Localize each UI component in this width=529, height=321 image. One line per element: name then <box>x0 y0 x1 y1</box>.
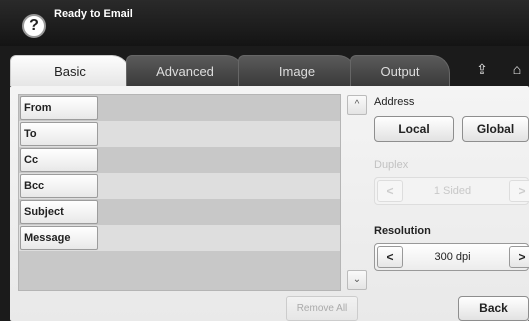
field-row-cc[interactable]: Cc <box>19 147 340 173</box>
help-icon[interactable]: ? <box>22 14 46 38</box>
field-row-message[interactable]: Message <box>19 225 340 251</box>
field-row-subject[interactable]: Subject <box>19 199 340 225</box>
duplex-next-button: > <box>509 180 529 202</box>
field-row-to[interactable]: To <box>19 121 340 147</box>
tab-advanced[interactable]: Advanced <box>126 55 244 86</box>
scroll-down-button[interactable]: ⌄ <box>347 270 367 290</box>
duplex-label: Duplex <box>374 159 409 171</box>
resolution-value: 300 dpi <box>434 251 471 263</box>
scroll-up-button[interactable]: ^ <box>347 95 367 115</box>
duplex-prev-button: < <box>377 180 403 202</box>
back-button[interactable]: Back <box>458 296 529 321</box>
home-icon[interactable]: ⌂ <box>503 56 529 82</box>
tab-bar: Basic Advanced Image Output ⇪ ⌂ <box>0 46 529 86</box>
tab-output[interactable]: Output <box>350 55 450 86</box>
resolution-next-button[interactable]: > <box>509 246 529 268</box>
field-row-bcc[interactable]: Bcc <box>19 173 340 199</box>
address-label: Address <box>374 96 415 108</box>
local-button[interactable]: Local <box>374 116 454 142</box>
to-button[interactable]: To <box>20 122 98 146</box>
field-row-from[interactable]: From <box>19 95 340 121</box>
bcc-button[interactable]: Bcc <box>20 174 98 198</box>
resolution-label: Resolution <box>374 225 431 237</box>
message-button[interactable]: Message <box>20 226 98 250</box>
duplex-selector: < 1 Sided > <box>374 177 529 205</box>
basic-panel: From To Cc Bcc Subject Message ^ ⌄ Remov… <box>10 86 529 321</box>
field-row-empty <box>19 251 340 290</box>
tab-basic[interactable]: Basic <box>10 55 130 86</box>
status-title: Ready to Email <box>54 8 133 20</box>
resolution-selector: < 300 dpi > <box>374 243 529 271</box>
job-status-icon[interactable]: ⇪ <box>468 56 496 82</box>
duplex-value: 1 Sided <box>433 185 472 197</box>
header-bar: ? Ready to Email <box>0 0 529 46</box>
resolution-prev-button[interactable]: < <box>377 246 403 268</box>
screen: ? Ready to Email Basic Advanced Image Ou… <box>0 0 529 321</box>
tab-image[interactable]: Image <box>238 55 356 86</box>
from-button[interactable]: From <box>20 96 98 120</box>
subject-button[interactable]: Subject <box>20 200 98 224</box>
remove-all-button[interactable]: Remove All <box>286 296 358 321</box>
cc-button[interactable]: Cc <box>20 148 98 172</box>
address-field-list: From To Cc Bcc Subject Message <box>18 94 341 291</box>
global-button[interactable]: Global <box>462 116 529 142</box>
